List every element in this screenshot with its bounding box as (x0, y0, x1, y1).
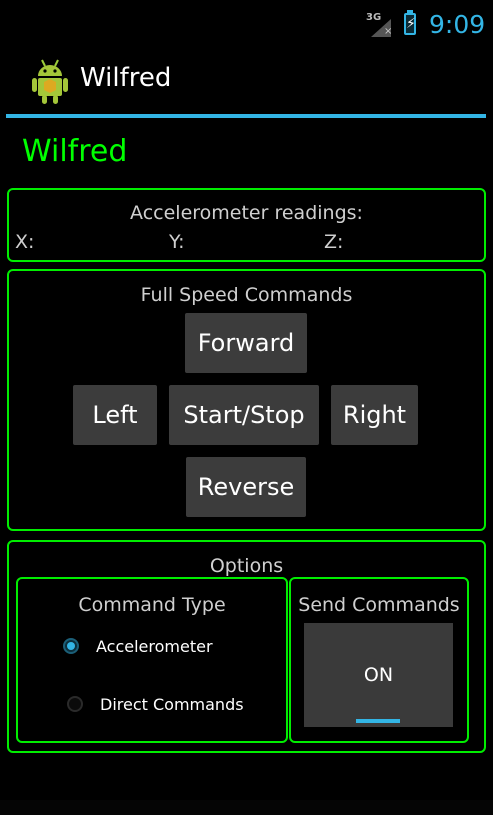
right-button[interactable]: Right (331, 385, 418, 445)
forward-button[interactable]: Forward (185, 313, 307, 373)
accel-y-label: Y: (169, 231, 185, 253)
accel-x-label: X: (15, 231, 35, 253)
toggle-on-indicator (356, 719, 400, 723)
start-stop-button[interactable]: Start/Stop (169, 385, 319, 445)
page-title: Wilfred (22, 134, 128, 169)
direct-commands-option-label[interactable]: Direct Commands (100, 695, 244, 714)
action-bar-divider (6, 114, 486, 118)
accelerometer-option-label[interactable]: Accelerometer (96, 637, 213, 656)
android-robot-icon[interactable] (30, 56, 70, 106)
accelerometer-radio[interactable] (63, 638, 79, 654)
bottom-strip (0, 800, 493, 815)
accelerometer-title: Accelerometer readings: (130, 202, 363, 224)
action-bar (0, 48, 493, 114)
action-bar-title: Wilfred (80, 63, 172, 93)
send-commands-title: Send Commands (298, 594, 460, 616)
command-type-title: Command Type (78, 594, 226, 616)
reverse-button[interactable]: Reverse (186, 457, 306, 517)
left-button[interactable]: Left (73, 385, 157, 445)
options-title: Options (209, 555, 284, 577)
full-speed-title: Full Speed Commands (140, 284, 353, 306)
direct-commands-radio[interactable] (67, 696, 83, 712)
status-bar (0, 0, 493, 46)
no-data-icon: × (384, 26, 393, 37)
status-clock: 9:09 (429, 10, 486, 39)
accelerometer-panel (7, 188, 486, 262)
accel-z-label: Z: (324, 231, 344, 253)
charging-bolt-icon: ⚡ (406, 16, 416, 32)
toggle-state-label[interactable]: ON (304, 664, 453, 686)
